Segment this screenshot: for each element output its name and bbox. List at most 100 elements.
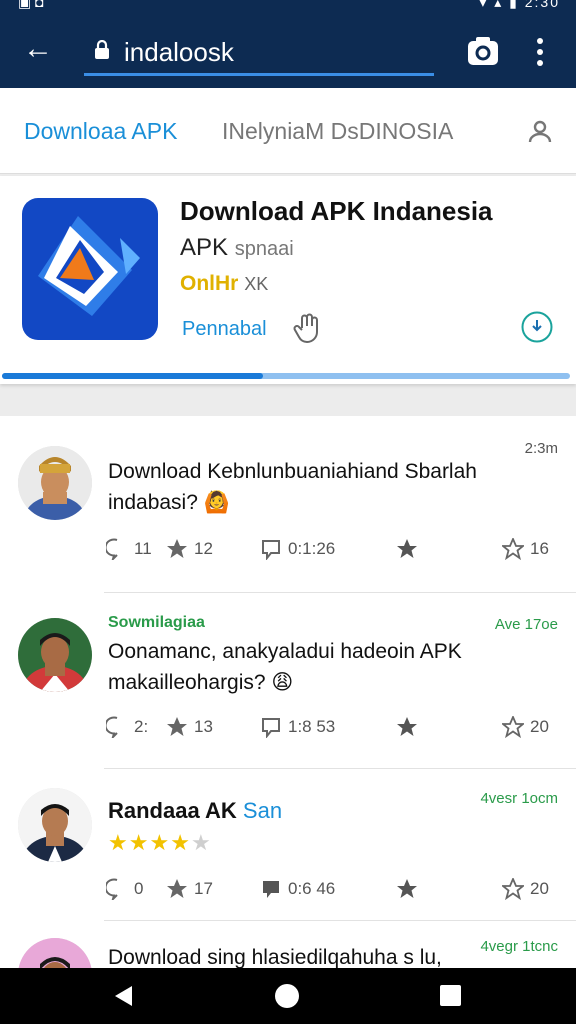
star-filled-icon: [397, 539, 417, 558]
post-author[interactable]: Sowmilagiaa: [108, 614, 205, 632]
install-link[interactable]: Pennabal: [182, 318, 267, 341]
comment-icon: [106, 716, 118, 738]
comments-feed: 2:3m Download Kebnlunbuaniahiand Sbarlah…: [0, 416, 576, 968]
comment-icon: [106, 878, 118, 900]
avatar[interactable]: [18, 618, 92, 692]
star-filled-icon: [167, 539, 187, 558]
comment-action[interactable]: 11: [106, 536, 152, 562]
browser-toolbar: ▣ ◘ ▾ ▴ ▮ 2:30 ← indaloosk: [0, 0, 576, 88]
overflow-menu-icon[interactable]: [530, 36, 550, 68]
reply-time: 0:6 46: [288, 879, 336, 898]
back-arrow-icon[interactable]: ←: [22, 34, 54, 66]
user-icon[interactable]: [526, 118, 554, 146]
star-filled-icon: ★: [170, 830, 191, 855]
status-icons-left: ▣ ◘: [18, 0, 44, 10]
divider: [104, 920, 576, 921]
like-count: 12: [194, 539, 213, 558]
app-logo-icon[interactable]: [22, 198, 158, 340]
tab-download-apk[interactable]: Downloaa APK: [24, 118, 177, 145]
app-rating-count: XK: [244, 274, 269, 294]
star-count: 16: [530, 539, 549, 558]
site-header: Downloaa APK INelyniaM DsDINOSIA: [0, 88, 576, 174]
url-underline: [84, 73, 434, 76]
like-count: 17: [194, 879, 213, 898]
camera-icon[interactable]: [466, 34, 500, 68]
post-time: 4vesr 1ocm: [480, 790, 558, 807]
star-count: 20: [530, 879, 549, 898]
download-progress-bar: [2, 373, 570, 379]
app-subtitle: APK spnaai: [180, 234, 294, 262]
like-action[interactable]: 17: [166, 876, 213, 902]
tab-indonesia[interactable]: INelyniaM DsDINOSIA: [222, 118, 453, 145]
nav-back-icon[interactable]: [112, 984, 136, 1008]
reply-time: 0:1:26: [288, 539, 336, 558]
star-count: 20: [530, 717, 549, 736]
reply-icon: [263, 881, 279, 898]
app-rating: OnlHr XK: [180, 272, 268, 296]
hand-pointer-icon[interactable]: [292, 312, 322, 344]
bookmark-action[interactable]: [396, 714, 418, 740]
post-actions: 2: 13 1:8 53 20: [106, 714, 566, 740]
reply-icon: [262, 718, 280, 738]
post-author-accent: San: [242, 798, 283, 823]
divider: [104, 768, 576, 769]
post-time: Ave 17oe: [494, 616, 558, 633]
star-filled-icon: [397, 879, 417, 898]
like-action[interactable]: 12: [166, 536, 213, 562]
post-text: Download sing hlasiedilqahuha s lu,: [108, 946, 442, 968]
bookmark-action[interactable]: [396, 876, 418, 902]
url-field[interactable]: indaloosk: [124, 38, 234, 66]
app-card: Download APK Indanesia APK spnaai OnlHr …: [0, 176, 576, 384]
star-action[interactable]: 20: [502, 876, 549, 902]
star-filled-icon: ★: [149, 830, 171, 855]
bookmark-action[interactable]: [396, 536, 418, 562]
comment-action[interactable]: 2:: [106, 714, 148, 740]
post-author[interactable]: Randaaa AK San: [108, 798, 282, 824]
comment-count: 2:: [134, 717, 149, 736]
comment-icon: [106, 538, 118, 560]
star-filled-icon: [397, 717, 417, 736]
star-action[interactable]: 16: [502, 536, 549, 562]
star-filled-icon: [167, 879, 187, 898]
app-subtitle-light: spnaai: [234, 238, 294, 260]
star-empty-icon: ★: [190, 830, 212, 855]
post-text: Download Kebnlunbuaniahiand Sbarlah inda…: [108, 460, 477, 514]
avatar[interactable]: [18, 938, 92, 968]
avatar[interactable]: [18, 788, 92, 862]
rating-stars: ★★★★★: [108, 830, 212, 856]
download-progress-fill: [2, 373, 264, 379]
status-bar: ▣ ◘ ▾ ▴ ▮ 2:30: [0, 0, 576, 14]
reply-action[interactable]: 0:6 46: [260, 876, 335, 902]
lock-icon: [95, 40, 109, 59]
reply-icon: [262, 540, 280, 560]
nav-recent-apps-icon[interactable]: [440, 985, 461, 1006]
star-filled-icon: ★: [128, 830, 150, 855]
comment-count: 11: [134, 539, 152, 558]
star-outline-icon: [502, 716, 524, 738]
app-subtitle-main: APK: [180, 234, 229, 261]
status-icons-right: ▾ ▴ ▮ 2:30: [479, 0, 560, 10]
download-icon[interactable]: [520, 310, 554, 344]
post-author-name: Randaaa AK: [108, 798, 237, 823]
nav-home-icon[interactable]: [275, 984, 299, 1008]
comment-action[interactable]: 0: [106, 876, 143, 902]
reply-action[interactable]: 1:8 53: [260, 714, 335, 740]
comment-count: 0: [134, 879, 144, 898]
star-filled-icon: ★: [108, 830, 129, 855]
post-actions: 11 12 0:1:26 16: [106, 536, 566, 562]
app-title: Download APK Indanesia: [180, 196, 493, 226]
star-filled-icon: [167, 717, 187, 736]
system-nav-bar: [0, 968, 576, 1024]
like-action[interactable]: 13: [166, 714, 213, 740]
star-outline-icon: [502, 538, 524, 560]
like-count: 13: [194, 717, 213, 736]
post-text: Oonamanc, anakyaladui hadeoin APK makail…: [108, 640, 462, 694]
reply-action[interactable]: 0:1:26: [260, 536, 335, 562]
star-action[interactable]: 20: [502, 714, 549, 740]
post-actions: 0 17 0:6 46 20: [106, 876, 566, 902]
post-time: 2:3m: [524, 440, 558, 457]
divider: [104, 592, 576, 593]
star-outline-icon: [502, 878, 524, 900]
avatar[interactable]: [18, 446, 92, 520]
app-rating-value: OnlHr: [180, 272, 239, 295]
